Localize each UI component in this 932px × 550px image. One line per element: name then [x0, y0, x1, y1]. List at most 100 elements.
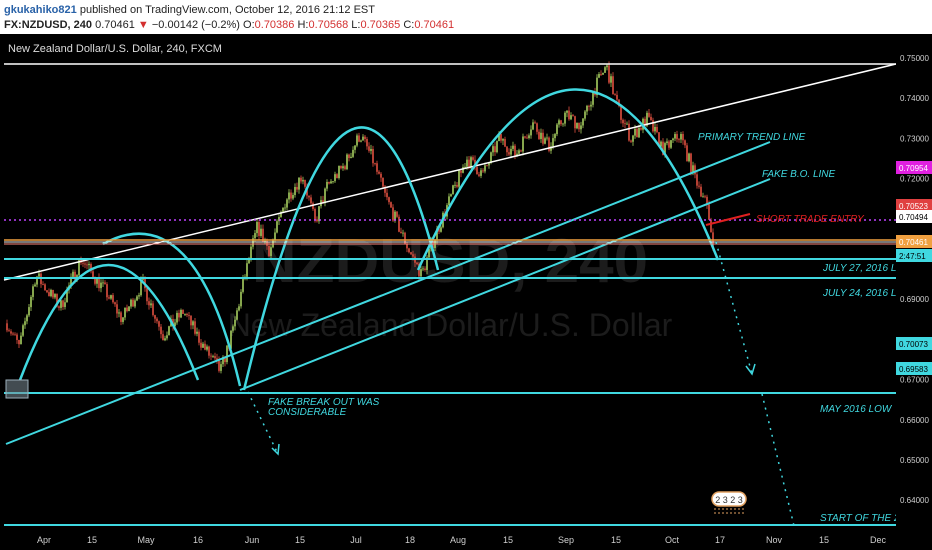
candle-body — [420, 269, 422, 277]
candle-body — [12, 333, 14, 335]
candle-body — [688, 153, 690, 162]
candle-body — [270, 247, 272, 257]
candle-body — [246, 263, 248, 277]
candle-body — [464, 166, 466, 168]
projection-1-head — [745, 363, 756, 376]
candle-body — [654, 126, 656, 132]
candle-body — [164, 338, 166, 341]
candle-body — [606, 65, 608, 68]
candle-body — [514, 145, 516, 156]
candle-body — [8, 330, 10, 332]
candle-body — [346, 154, 348, 170]
candle-body — [218, 360, 220, 371]
author-link[interactable]: gkukahiko821 — [4, 4, 77, 16]
watermark-name: New Zealand Dollar/U.S. Dollar — [228, 307, 673, 343]
candle-body — [208, 346, 210, 356]
candle-body — [456, 184, 458, 187]
candle-body — [710, 219, 712, 233]
may-low-label: MAY 2016 LOW — [820, 404, 893, 415]
candle-body — [668, 141, 670, 148]
candle-body — [86, 264, 88, 266]
candle-body — [478, 174, 480, 176]
candle-body — [526, 137, 528, 139]
candle-body — [672, 138, 674, 141]
candle-body — [562, 123, 564, 125]
candle-body — [276, 221, 278, 233]
candle-body — [460, 170, 462, 173]
candle-body — [366, 139, 368, 147]
candle-body — [286, 199, 288, 208]
candle-body — [540, 132, 542, 139]
time-tick-label: Dec — [870, 535, 887, 545]
candle-body — [148, 301, 150, 306]
candle-body — [50, 289, 52, 297]
candle-body — [64, 302, 66, 307]
candle-body — [598, 74, 600, 78]
candle-body — [308, 195, 310, 198]
candle-body — [104, 282, 106, 285]
symbol-label[interactable]: FX:NZDUSD, 240 — [4, 19, 92, 31]
candle-body — [648, 112, 650, 117]
candle-body — [232, 326, 234, 331]
candle-body — [204, 343, 206, 350]
entry-box — [5, 379, 29, 399]
price-tick-label: 0.65000 — [900, 456, 929, 465]
event-badge[interactable]: 2 3 2 3 — [711, 491, 747, 514]
candle-body — [504, 139, 506, 147]
candle-body — [62, 300, 64, 307]
candle-body — [20, 335, 22, 345]
candle-body — [578, 122, 580, 130]
candle-body — [162, 334, 164, 341]
ohlc-high-label: H: — [297, 19, 309, 31]
candle-body — [194, 321, 196, 334]
candle-body — [552, 138, 554, 147]
candle-body — [564, 112, 566, 124]
candle-body — [344, 166, 346, 170]
candle-body — [160, 326, 162, 335]
candle-body — [146, 288, 148, 302]
time-tick-label: May — [137, 535, 155, 545]
price-chart[interactable]: NZDUSD, 240 New Zealand Dollar/U.S. Doll… — [0, 34, 932, 550]
ohlc-close: 0.70461 — [414, 19, 455, 31]
candle-body — [200, 342, 202, 348]
candle-body — [554, 134, 556, 139]
candle-body — [588, 105, 590, 107]
price-label: 0.70523 — [899, 202, 928, 211]
candle-body — [584, 111, 586, 119]
candle-body — [512, 145, 514, 149]
candle-body — [394, 211, 396, 221]
candle-body — [624, 123, 626, 125]
publish-header: gkukahiko821 published on TradingView.co… — [0, 0, 932, 34]
candle-body — [702, 196, 704, 198]
candle-body — [302, 179, 304, 182]
candle-body — [350, 156, 352, 159]
candle-body — [328, 181, 330, 184]
price-axis[interactable]: 0.750000.740000.730000.720000.710000.700… — [896, 34, 932, 550]
candle-body — [570, 115, 572, 120]
candle-body — [112, 295, 114, 303]
candle-body — [612, 76, 614, 95]
candle-body — [242, 278, 244, 292]
candle-body — [696, 174, 698, 186]
candle-body — [476, 167, 478, 175]
candle-body — [212, 356, 214, 357]
candle-body — [494, 146, 496, 153]
candle-body — [406, 243, 408, 249]
candle-body — [132, 299, 134, 307]
candle-body — [198, 331, 200, 343]
candle-body — [602, 72, 604, 75]
candle-body — [44, 284, 46, 291]
candle-body — [30, 296, 32, 308]
time-axis[interactable]: Apr 15 May 16 Jun 15 Jul 18 Aug 15 Sep 15 Oct 17 Nov 15… — [0, 530, 932, 550]
candle-body — [520, 150, 522, 152]
candle-body — [100, 282, 102, 289]
candle-body — [496, 141, 498, 153]
candle-body — [422, 268, 424, 270]
candle-body — [360, 140, 362, 142]
price-label: 0.69583 — [899, 365, 928, 374]
candle-body — [480, 170, 482, 176]
candle-body — [388, 197, 390, 203]
candle-body — [522, 136, 524, 152]
candle-body — [10, 331, 12, 334]
candle-body — [22, 325, 24, 336]
